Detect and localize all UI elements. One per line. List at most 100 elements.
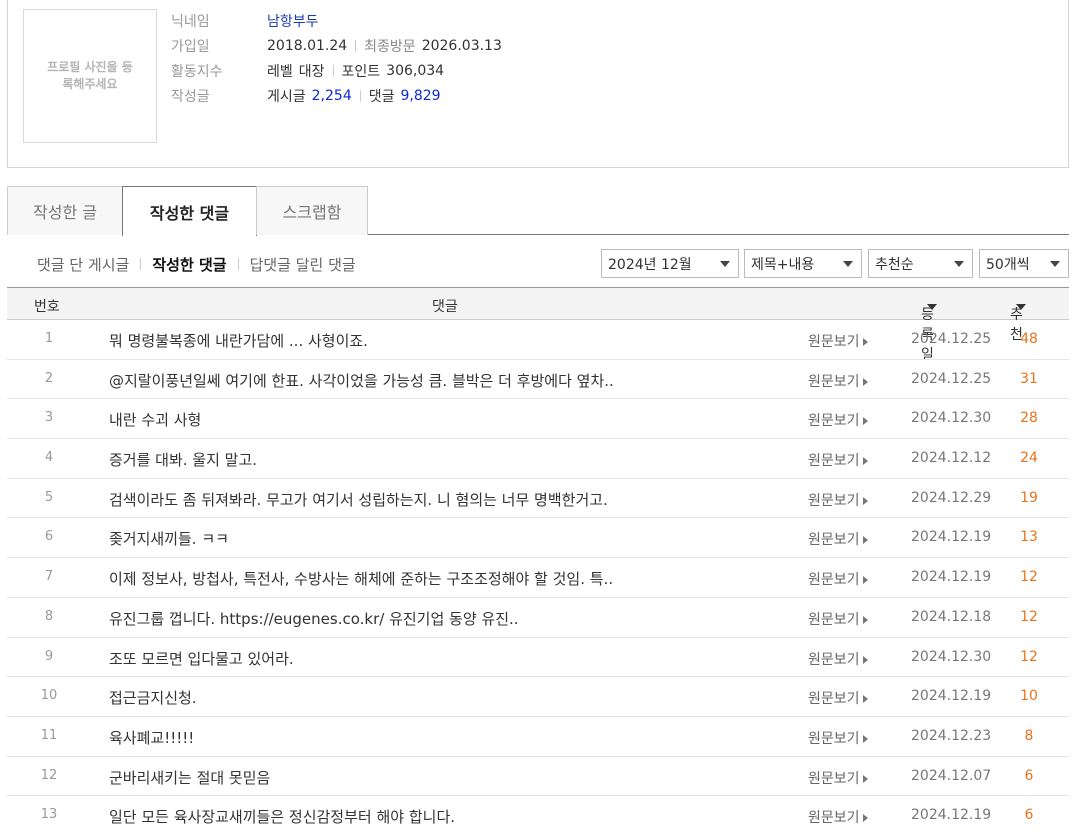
view-original-label: 원문보기: [808, 770, 860, 787]
view-original-link[interactable]: 원문보기: [808, 331, 868, 351]
view-original-link[interactable]: 원문보기: [808, 688, 868, 708]
recommend-count: 13: [1020, 529, 1038, 546]
nickname-label: 닉네임: [171, 13, 210, 30]
view-original-link[interactable]: 원문보기: [808, 410, 868, 430]
comment-text[interactable]: @지랄이풍년일쎄 여기에 한표. 사각이었을 가능성 큼. 블박은 더 후방에다…: [109, 370, 614, 391]
sort-select-value: 추천순: [875, 256, 914, 273]
comment-text[interactable]: 검색이라도 좀 뒤져봐라. 무고가 여기서 성립하는지. 니 혐의는 너무 명백…: [109, 489, 608, 510]
sort-select[interactable]: 추천순: [868, 249, 973, 278]
divider: [140, 258, 142, 270]
row-number: 6: [44, 529, 54, 545]
view-original-link[interactable]: 원문보기: [808, 529, 868, 549]
arrow-right-icon: [862, 377, 868, 386]
level-label: 레벨: [267, 63, 293, 80]
nickname-row: 닉네임 남항부두: [171, 8, 502, 33]
table-row: 11 육사폐교!!!!! 원문보기 2024.12.23 8: [7, 717, 1069, 757]
view-original-link[interactable]: 원문보기: [808, 807, 868, 827]
recommend-count: 28: [1020, 410, 1038, 427]
view-original-link[interactable]: 원문보기: [808, 649, 868, 669]
count-select[interactable]: 50개씩: [979, 249, 1069, 278]
recommend-count: 12: [1020, 608, 1038, 625]
comment-text[interactable]: 육사폐교!!!!!: [109, 727, 194, 748]
arrow-right-icon: [862, 576, 868, 585]
table-row: 5 검색이라도 좀 뒤져봐라. 무고가 여기서 성립하는지. 니 혐의는 너무 명…: [7, 479, 1069, 519]
chevron-down-icon: [720, 261, 730, 267]
view-original-label: 원문보기: [808, 334, 860, 350]
row-number: 2: [44, 370, 54, 386]
nickname[interactable]: 남항부두: [267, 11, 319, 31]
month-select[interactable]: 2024년 12월: [601, 249, 739, 278]
table-row: 6 좆거지새끼들. ㅋㅋ 원문보기 2024.12.19 13: [7, 518, 1069, 559]
view-original-label: 원문보기: [808, 611, 860, 628]
divider: [332, 64, 334, 77]
subnav-replied-comments[interactable]: 답댓글 달린 댓글: [250, 254, 356, 275]
divider: [237, 258, 239, 270]
row-number: 12: [40, 767, 58, 783]
view-original-link[interactable]: 원문보기: [808, 728, 868, 748]
view-original-link[interactable]: 원문보기: [808, 450, 868, 470]
posts-count[interactable]: 2,254: [312, 88, 352, 104]
arrow-right-icon: [862, 417, 868, 426]
writings-row: 작성글 게시글 2,254 댓글 9,829: [171, 83, 502, 108]
comment-date: 2024.12.29: [911, 489, 992, 506]
view-original-link[interactable]: 원문보기: [808, 371, 868, 391]
comment-text[interactable]: 유진그룹 껍니다. https://eugenes.co.kr/ 유진기업 동양…: [109, 608, 519, 629]
activity-row: 활동지수 레벨 대장 포인트 306,034: [171, 58, 502, 83]
comment-text[interactable]: 일단 모든 육사장교새끼들은 정신감정부터 해야 합니다.: [109, 806, 455, 827]
table-row: 2 @지랄이풍년일쎄 여기에 한표. 사각이었을 가능성 큼. 블박은 더 후방에…: [7, 360, 1069, 400]
view-original-label: 원문보기: [808, 651, 860, 668]
sort-down-icon: [1016, 304, 1026, 310]
comment-text[interactable]: 접근금지신청.: [109, 687, 197, 708]
activity-label: 활동지수: [171, 63, 223, 80]
view-original-label: 원문보기: [808, 373, 860, 390]
arrow-right-icon: [862, 655, 868, 664]
row-number: 7: [44, 569, 54, 585]
sort-down-icon: [927, 304, 937, 310]
chevron-down-icon: [954, 261, 964, 267]
table-row: 1 뭐 명령불복종에 내란가담에 ... 사형이죠. 원문보기 2024.12.25 4…: [7, 320, 1069, 360]
tab-written-comments[interactable]: 작성한 댓글: [122, 186, 257, 236]
tab-written-posts[interactable]: 작성한 글: [7, 186, 123, 235]
view-original-link[interactable]: 원문보기: [808, 768, 868, 788]
arrow-right-icon: [862, 615, 868, 624]
view-original-label: 원문보기: [808, 691, 860, 708]
comment-date: 2024.12.25: [911, 331, 992, 347]
subnav-written-comments[interactable]: 작성한 댓글: [152, 254, 226, 275]
view-original-label: 원문보기: [808, 730, 860, 747]
view-original-link[interactable]: 원문보기: [808, 569, 868, 589]
comment-text[interactable]: 이제 정보사, 방첩사, 특전사, 수방사는 해체에 준하는 구조조정해야 할 …: [109, 568, 613, 589]
comment-date: 2024.12.18: [911, 608, 992, 625]
profile-info: 닉네임 남항부두 가입일 2018.01.24 최종방문 2026.03.13 …: [171, 8, 502, 108]
join-date: 2018.01.24: [267, 37, 348, 54]
arrow-right-icon: [862, 496, 868, 505]
arrow-right-icon: [862, 457, 868, 466]
subnav-commented-posts[interactable]: 댓글 단 게시글: [37, 254, 129, 275]
comment-text[interactable]: 증거를 대봐. 울지 말고.: [109, 449, 257, 470]
header-num: 번호: [34, 299, 60, 315]
view-original-link[interactable]: 원문보기: [808, 609, 868, 629]
comment-text[interactable]: 군바리새키는 절대 못믿음: [109, 767, 270, 788]
arrow-right-icon: [862, 695, 868, 704]
scope-select[interactable]: 제목+내용: [744, 249, 862, 278]
comment-text[interactable]: 좆거지새끼들. ㅋㅋ: [109, 528, 229, 549]
tab-scraps[interactable]: 스크랩함: [256, 186, 368, 235]
recommend-count: 24: [1020, 450, 1038, 467]
view-original-link[interactable]: 원문보기: [808, 490, 868, 510]
comment-text[interactable]: 뭐 명령불복종에 내란가담에 ... 사형이죠.: [109, 330, 368, 351]
comments-count[interactable]: 9,829: [401, 88, 441, 104]
tab-bar: 작성한 글 작성한 댓글 스크랩함: [7, 186, 1069, 236]
divider: [355, 39, 357, 52]
row-number: 4: [44, 450, 54, 466]
comment-date: 2024.12.19: [911, 688, 992, 705]
level-value: 대장: [298, 63, 325, 80]
comment-text[interactable]: 내란 수괴 사형: [109, 409, 201, 430]
recommend-count: 6: [1024, 807, 1034, 824]
profile-photo-placeholder[interactable]: 프로필 사진을 등록해주세요: [23, 9, 157, 143]
comment-text[interactable]: 조또 모르면 입다물고 있어라.: [109, 648, 294, 669]
table-row: 7 이제 정보사, 방첩사, 특전사, 수방사는 해체에 준하는 구조조정해야 할…: [7, 558, 1069, 598]
table-row: 3 내란 수괴 사형 원문보기 2024.12.30 28: [7, 399, 1069, 440]
recommend-count: 31: [1020, 370, 1038, 387]
join-row: 가입일 2018.01.24 최종방문 2026.03.13: [171, 33, 502, 58]
view-original-label: 원문보기: [808, 810, 860, 827]
comment-date: 2024.12.12: [911, 450, 992, 467]
